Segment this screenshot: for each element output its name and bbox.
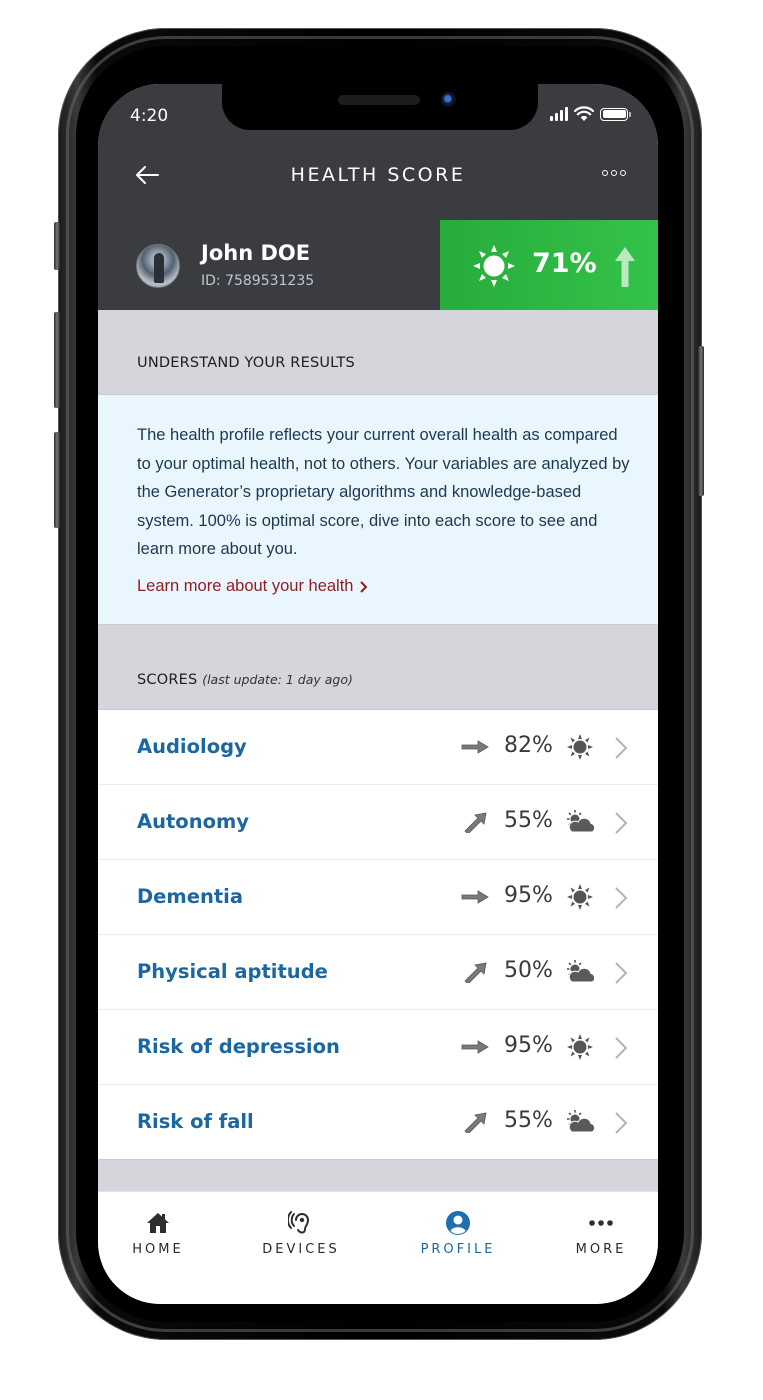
score-value: 95% <box>504 1033 553 1058</box>
battery-icon <box>600 107 631 121</box>
sun-icon <box>564 732 596 762</box>
power-button <box>698 346 704 496</box>
score-row-dementia[interactable]: Dementia 95% <box>98 860 658 935</box>
tab-profile-label: PROFILE <box>420 1242 496 1257</box>
sun-icon <box>473 245 515 287</box>
learn-more-label: Learn more about your health <box>137 577 354 595</box>
wifi-icon <box>574 106 594 121</box>
score-value: 55% <box>504 1108 553 1133</box>
arrow-up-right-icon <box>460 811 490 835</box>
chevron-right-icon <box>360 580 368 593</box>
chevron-right-icon <box>614 886 628 910</box>
scores-title: SCORES <box>137 672 198 688</box>
mute-switch <box>54 222 60 270</box>
score-value: 95% <box>504 883 553 908</box>
arrow-right-icon <box>460 1036 490 1058</box>
chevron-right-icon <box>614 811 628 835</box>
understand-section-header: UNDERSTAND YOUR RESULTS <box>98 310 658 394</box>
tab-profile[interactable]: PROFILE <box>398 1210 518 1257</box>
chevron-right-icon <box>614 1036 628 1060</box>
overall-score-value: 71% <box>532 248 597 279</box>
partly-cloudy-icon <box>564 807 596 837</box>
more-dots-icon <box>589 1220 613 1226</box>
chevron-right-icon <box>614 1111 628 1135</box>
front-camera <box>441 92 456 107</box>
info-box: The health profile reflects your current… <box>98 394 658 624</box>
scores-section-header: SCORES (last update: 1 day ago) <box>98 624 658 709</box>
list-footer-spacer <box>98 1159 658 1191</box>
sun-icon <box>564 882 596 912</box>
score-name: Autonomy <box>137 810 250 833</box>
partly-cloudy-icon <box>564 957 596 987</box>
partly-cloudy-icon <box>564 1107 596 1137</box>
score-row-autonomy[interactable]: Autonomy 55% <box>98 785 658 860</box>
user-name: John DOE <box>201 241 311 265</box>
tab-devices[interactable]: DEVICES <box>241 1210 361 1257</box>
chevron-right-icon <box>614 961 628 985</box>
tab-home[interactable]: HOME <box>98 1210 218 1257</box>
volume-up-button <box>54 312 60 408</box>
arrow-up-icon <box>615 247 635 287</box>
arrow-up-right-icon <box>460 961 490 985</box>
status-icons <box>550 106 631 122</box>
user-id: ID: 7589531235 <box>201 273 315 289</box>
score-value: 55% <box>504 808 553 833</box>
scores-list: Audiology 82% Autonomy 55% Dementia 95% Physic… <box>98 709 658 1160</box>
screen: 4:20 HEALTH SCORE John DOE ID: 758953123… <box>98 84 658 1304</box>
learn-more-link[interactable]: Learn more about your health <box>137 577 368 596</box>
notch <box>222 84 538 130</box>
score-row-risk-of-fall[interactable]: Risk of fall 55% <box>98 1085 658 1160</box>
score-name: Physical aptitude <box>137 960 328 983</box>
score-row-audiology[interactable]: Audiology 82% <box>98 710 658 785</box>
tab-more-label: MORE <box>575 1242 627 1257</box>
score-name: Audiology <box>137 735 247 758</box>
sun-icon <box>564 1032 596 1062</box>
more-dots-icon[interactable] <box>602 170 626 176</box>
volume-down-button <box>54 432 60 528</box>
scores-last-update: (last update: 1 day ago) <box>202 672 353 687</box>
score-name: Dementia <box>137 885 244 908</box>
scores-heading: SCORES (last update: 1 day ago) <box>137 672 353 688</box>
earpiece-speaker <box>338 95 420 105</box>
score-value: 82% <box>504 733 553 758</box>
tab-home-label: HOME <box>132 1242 184 1257</box>
score-row-risk-of-depression[interactable]: Risk of depression 95% <box>98 1010 658 1085</box>
home-icon <box>147 1213 169 1233</box>
score-row-physical-aptitude[interactable]: Physical aptitude 50% <box>98 935 658 1010</box>
tab-bar: HOME DEVICES PROFILE MORE <box>98 1191 658 1304</box>
user-icon <box>446 1211 470 1235</box>
score-value: 50% <box>504 958 553 983</box>
tab-more[interactable]: MORE <box>541 1210 658 1257</box>
tab-devices-label: DEVICES <box>262 1242 340 1257</box>
info-text: The health profile reflects your current… <box>137 426 630 558</box>
arrow-right-icon <box>460 736 490 758</box>
signal-icon <box>550 107 568 121</box>
arrow-right-icon <box>460 886 490 908</box>
status-time: 4:20 <box>130 106 169 126</box>
page-title: HEALTH SCORE <box>290 164 466 186</box>
chevron-right-icon <box>614 736 628 760</box>
understand-heading: UNDERSTAND YOUR RESULTS <box>137 355 355 371</box>
arrow-up-right-icon <box>460 1111 490 1135</box>
avatar <box>136 244 180 288</box>
score-name: Risk of fall <box>137 1110 254 1133</box>
overall-score-badge[interactable]: 71% <box>440 220 658 310</box>
ear-icon <box>288 1211 310 1234</box>
score-name: Risk of depression <box>137 1035 340 1058</box>
